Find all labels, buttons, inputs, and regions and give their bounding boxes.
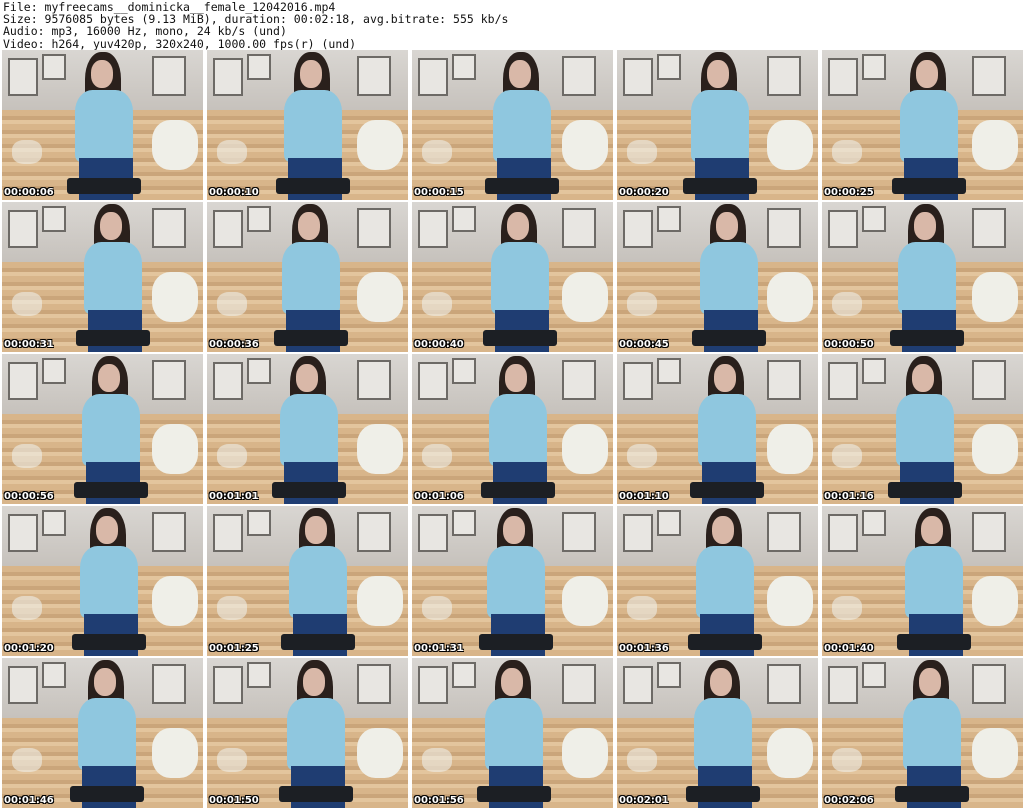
video-frame <box>617 658 818 808</box>
video-frame <box>822 202 1023 352</box>
video-frame <box>412 506 613 656</box>
thumbnail-timestamp: 00:01:36 <box>619 643 669 654</box>
thumbnail-timestamp: 00:00:40 <box>414 339 464 350</box>
thumbnail-timestamp: 00:01:56 <box>414 795 464 806</box>
video-thumbnail: 00:00:56 <box>2 354 203 504</box>
video-thumbnail: 00:02:01 <box>617 658 818 808</box>
video-thumbnail: 00:01:06 <box>412 354 613 504</box>
video-frame <box>412 658 613 808</box>
video-thumbnail: 00:00:45 <box>617 202 818 352</box>
video-thumbnail: 00:00:10 <box>207 50 408 200</box>
video-thumbnail: 00:00:40 <box>412 202 613 352</box>
video-thumbnail: 00:00:36 <box>207 202 408 352</box>
video-thumbnail: 00:01:50 <box>207 658 408 808</box>
thumbnail-timestamp: 00:01:31 <box>414 643 464 654</box>
audio-info-line: Audio: mp3, 16000 Hz, mono, 24 kb/s (und… <box>3 24 287 39</box>
video-thumbnail: 00:00:25 <box>822 50 1023 200</box>
video-frame <box>617 50 818 200</box>
video-frame <box>207 354 408 504</box>
thumbnail-timestamp: 00:02:01 <box>619 795 669 806</box>
thumbnail-timestamp: 00:00:45 <box>619 339 669 350</box>
thumbnail-timestamp: 00:01:20 <box>4 643 54 654</box>
video-thumbnail: 00:01:46 <box>2 658 203 808</box>
video-frame <box>412 354 613 504</box>
video-thumbnail: 00:01:16 <box>822 354 1023 504</box>
file-info-header: File: myfreecams__dominicka__female_1204… <box>3 1 508 50</box>
thumbnail-timestamp: 00:01:10 <box>619 491 669 502</box>
video-thumbnail: 00:00:06 <box>2 50 203 200</box>
thumbnail-timestamp: 00:01:01 <box>209 491 259 502</box>
thumbnail-timestamp: 00:02:06 <box>824 795 874 806</box>
thumbnail-timestamp: 00:00:50 <box>824 339 874 350</box>
thumbnail-timestamp: 00:01:16 <box>824 491 874 502</box>
video-frame <box>207 202 408 352</box>
thumbnail-timestamp: 00:00:25 <box>824 187 874 198</box>
video-thumbnail: 00:01:10 <box>617 354 818 504</box>
video-frame <box>2 658 203 808</box>
thumbnail-timestamp: 00:00:20 <box>619 187 669 198</box>
video-frame <box>2 202 203 352</box>
thumbnail-timestamp: 00:00:10 <box>209 187 259 198</box>
thumbnail-timestamp: 00:01:50 <box>209 795 259 806</box>
video-frame <box>617 506 818 656</box>
video-thumbnail: 00:00:15 <box>412 50 613 200</box>
thumbnail-timestamp: 00:00:36 <box>209 339 259 350</box>
thumbnail-timestamp: 00:01:06 <box>414 491 464 502</box>
video-thumbnail: 00:02:06 <box>822 658 1023 808</box>
video-frame <box>617 202 818 352</box>
video-thumbnail: 00:01:31 <box>412 506 613 656</box>
video-thumbnail: 00:01:56 <box>412 658 613 808</box>
video-frame <box>207 50 408 200</box>
thumbnail-timestamp: 00:01:25 <box>209 643 259 654</box>
video-frame <box>207 506 408 656</box>
video-frame <box>617 354 818 504</box>
video-frame <box>2 50 203 200</box>
video-info-line: Video: h264, yuv420p, 320x240, 1000.00 f… <box>3 36 357 51</box>
thumbnail-timestamp: 00:00:56 <box>4 491 54 502</box>
video-frame <box>2 506 203 656</box>
video-frame <box>822 354 1023 504</box>
video-thumbnail: 00:00:31 <box>2 202 203 352</box>
thumbnail-timestamp: 00:01:40 <box>824 643 874 654</box>
video-frame <box>412 50 613 200</box>
video-frame <box>822 506 1023 656</box>
video-frame <box>822 50 1023 200</box>
video-thumbnail: 00:01:01 <box>207 354 408 504</box>
thumbnail-timestamp: 00:00:15 <box>414 187 464 198</box>
video-frame <box>412 202 613 352</box>
thumbnail-timestamp: 00:00:31 <box>4 339 54 350</box>
video-thumbnail: 00:01:25 <box>207 506 408 656</box>
thumbnail-timestamp: 00:01:46 <box>4 795 54 806</box>
video-frame <box>822 658 1023 808</box>
video-thumbnail: 00:00:50 <box>822 202 1023 352</box>
thumbnail-timestamp: 00:00:06 <box>4 187 54 198</box>
video-frame <box>2 354 203 504</box>
video-thumbnail: 00:00:20 <box>617 50 818 200</box>
video-frame <box>207 658 408 808</box>
video-thumbnail: 00:01:20 <box>2 506 203 656</box>
video-thumbnail: 00:01:36 <box>617 506 818 656</box>
video-thumbnail: 00:01:40 <box>822 506 1023 656</box>
